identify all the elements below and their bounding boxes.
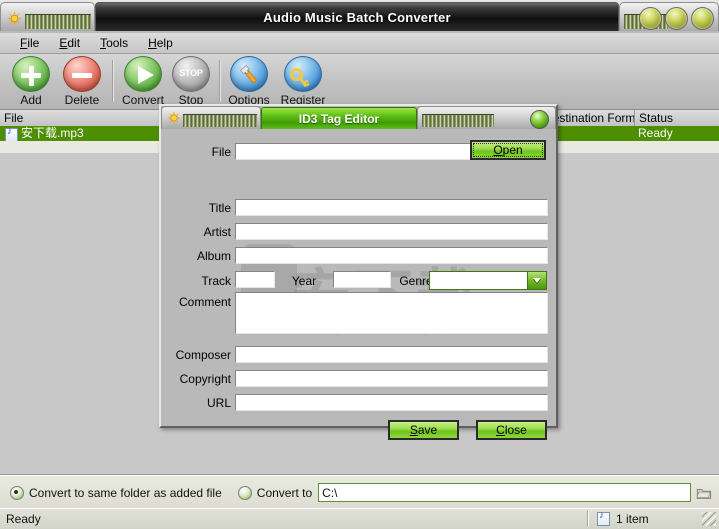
dialog-title-bar: ID3 Tag Editor: [161, 106, 556, 129]
close-button-dialog[interactable]: Close: [476, 420, 547, 440]
label-file: File: [211, 144, 231, 159]
label-convert-to: Convert to: [256, 485, 313, 500]
wrench-circle-icon: [230, 56, 268, 92]
menu-bar: FFileile Edit Tools Help: [0, 33, 719, 54]
plus-circle-icon: [12, 56, 50, 92]
toolbar-button-delete[interactable]: Delete: [56, 56, 108, 107]
toolbar-button-stop[interactable]: STOP Stop: [165, 56, 217, 107]
input-copyright[interactable]: [235, 370, 548, 387]
input-artist[interactable]: [235, 223, 548, 240]
key-circle-icon: [284, 56, 322, 92]
label-convert-same-folder: Convert to same folder as added file: [29, 485, 222, 500]
label-artist: Artist: [203, 224, 231, 239]
label-comment: Comment: [178, 295, 231, 309]
radio-convert-to[interactable]: [237, 485, 252, 500]
field-row-composer: Composer: [161, 346, 556, 363]
dialog-title-left-cap: [161, 106, 261, 129]
label-year: Year: [291, 274, 317, 288]
field-row-album: Album: [161, 247, 556, 264]
mp3-file-icon: [5, 126, 18, 142]
label-album: Album: [196, 248, 231, 263]
label-url: URL: [206, 395, 231, 410]
toolbar-button-register[interactable]: Register: [277, 56, 329, 107]
dialog-ridge-decoration-right: [422, 114, 494, 127]
output-path-input[interactable]: C:\: [318, 483, 691, 502]
title-bar-left-cap: [0, 2, 95, 31]
menu-item-edit[interactable]: Edit: [49, 34, 90, 52]
field-row-artist: Artist: [161, 223, 556, 240]
application-window: Audio Music Batch Converter FFileile Edi…: [0, 0, 719, 529]
label-track: Track: [201, 274, 231, 288]
window-controls: [639, 7, 714, 30]
title-bar-right-cap: [619, 2, 719, 31]
field-row-title: Title: [161, 199, 556, 216]
label-title: Title: [208, 200, 231, 215]
dialog-body: 安下载 anxz.com File Open Title Artist: [161, 129, 556, 440]
input-composer[interactable]: [235, 346, 548, 363]
sun-icon-dialog: [167, 111, 181, 125]
input-title[interactable]: [235, 199, 548, 216]
window-title: Audio Music Batch Converter: [263, 9, 451, 25]
minimize-button[interactable]: [639, 7, 662, 30]
save-button[interactable]: Save: [388, 420, 459, 440]
radio-convert-same-folder[interactable]: [10, 485, 24, 500]
dialog-title-right-cap: [417, 106, 556, 129]
input-url[interactable]: [235, 394, 548, 411]
toolbar: Add Delete Convert STOP Stop Options Reg…: [0, 54, 719, 110]
status-item-count-panel: 1 item: [589, 510, 702, 526]
menu-item-help[interactable]: Help: [138, 34, 183, 52]
menu-item-tools[interactable]: Tools: [90, 34, 138, 52]
menu-item-file[interactable]: FFileile: [10, 34, 49, 52]
dialog-title-center: ID3 Tag Editor: [261, 107, 417, 129]
maximize-button[interactable]: [665, 7, 688, 30]
chevron-down-icon[interactable]: [527, 272, 546, 289]
mp3-file-icon-status: [597, 510, 610, 526]
toolbar-label-convert: Convert: [121, 93, 165, 107]
genre-combobox[interactable]: [429, 271, 547, 290]
cell-status: Ready: [638, 126, 673, 140]
dialog-title: ID3 Tag Editor: [298, 111, 380, 126]
genre-value: [430, 272, 527, 289]
close-button[interactable]: [691, 7, 714, 30]
field-row-url: URL: [161, 394, 556, 411]
label-composer: Composer: [175, 347, 231, 362]
folder-browse-icon[interactable]: [693, 482, 715, 503]
field-row-copyright: Copyright: [161, 370, 556, 387]
title-bar: Audio Music Batch Converter: [0, 0, 719, 33]
status-bar: Ready 1 item: [0, 508, 719, 529]
play-circle-icon: [124, 56, 162, 92]
resize-grip-icon[interactable]: [702, 512, 716, 526]
input-year[interactable]: [333, 271, 391, 288]
circle-close-icon[interactable]: [530, 110, 549, 129]
label-copyright: Copyright: [179, 371, 231, 386]
cell-file-name: 安下载.mp3: [21, 126, 84, 140]
stop-circle-icon: STOP: [172, 56, 210, 92]
toolbar-label-delete: Delete: [64, 93, 100, 107]
minus-circle-icon: [63, 56, 101, 92]
status-text: Ready: [6, 512, 41, 526]
sun-icon: [7, 11, 22, 26]
status-item-count: 1 item: [616, 512, 649, 526]
input-comment[interactable]: [235, 292, 548, 334]
title-bar-ridge-decoration: [25, 14, 91, 29]
toolbar-label-add: Add: [20, 93, 42, 107]
input-album[interactable]: [235, 247, 548, 264]
toolbar-button-options[interactable]: Options: [223, 56, 275, 107]
toolbar-button-convert[interactable]: Convert: [117, 56, 169, 107]
input-track[interactable]: [235, 271, 275, 288]
title-bar-center: Audio Music Batch Converter: [95, 2, 619, 31]
id3-tag-editor-dialog: ID3 Tag Editor 安下载 anxz.com File Open: [159, 104, 558, 440]
open-button[interactable]: Open: [470, 140, 546, 160]
output-options-bar: Convert to same folder as added file Con…: [0, 475, 719, 509]
column-header-status[interactable]: Status: [635, 110, 719, 126]
toolbar-button-add[interactable]: Add: [5, 56, 57, 107]
dialog-ridge-decoration: [183, 114, 257, 127]
